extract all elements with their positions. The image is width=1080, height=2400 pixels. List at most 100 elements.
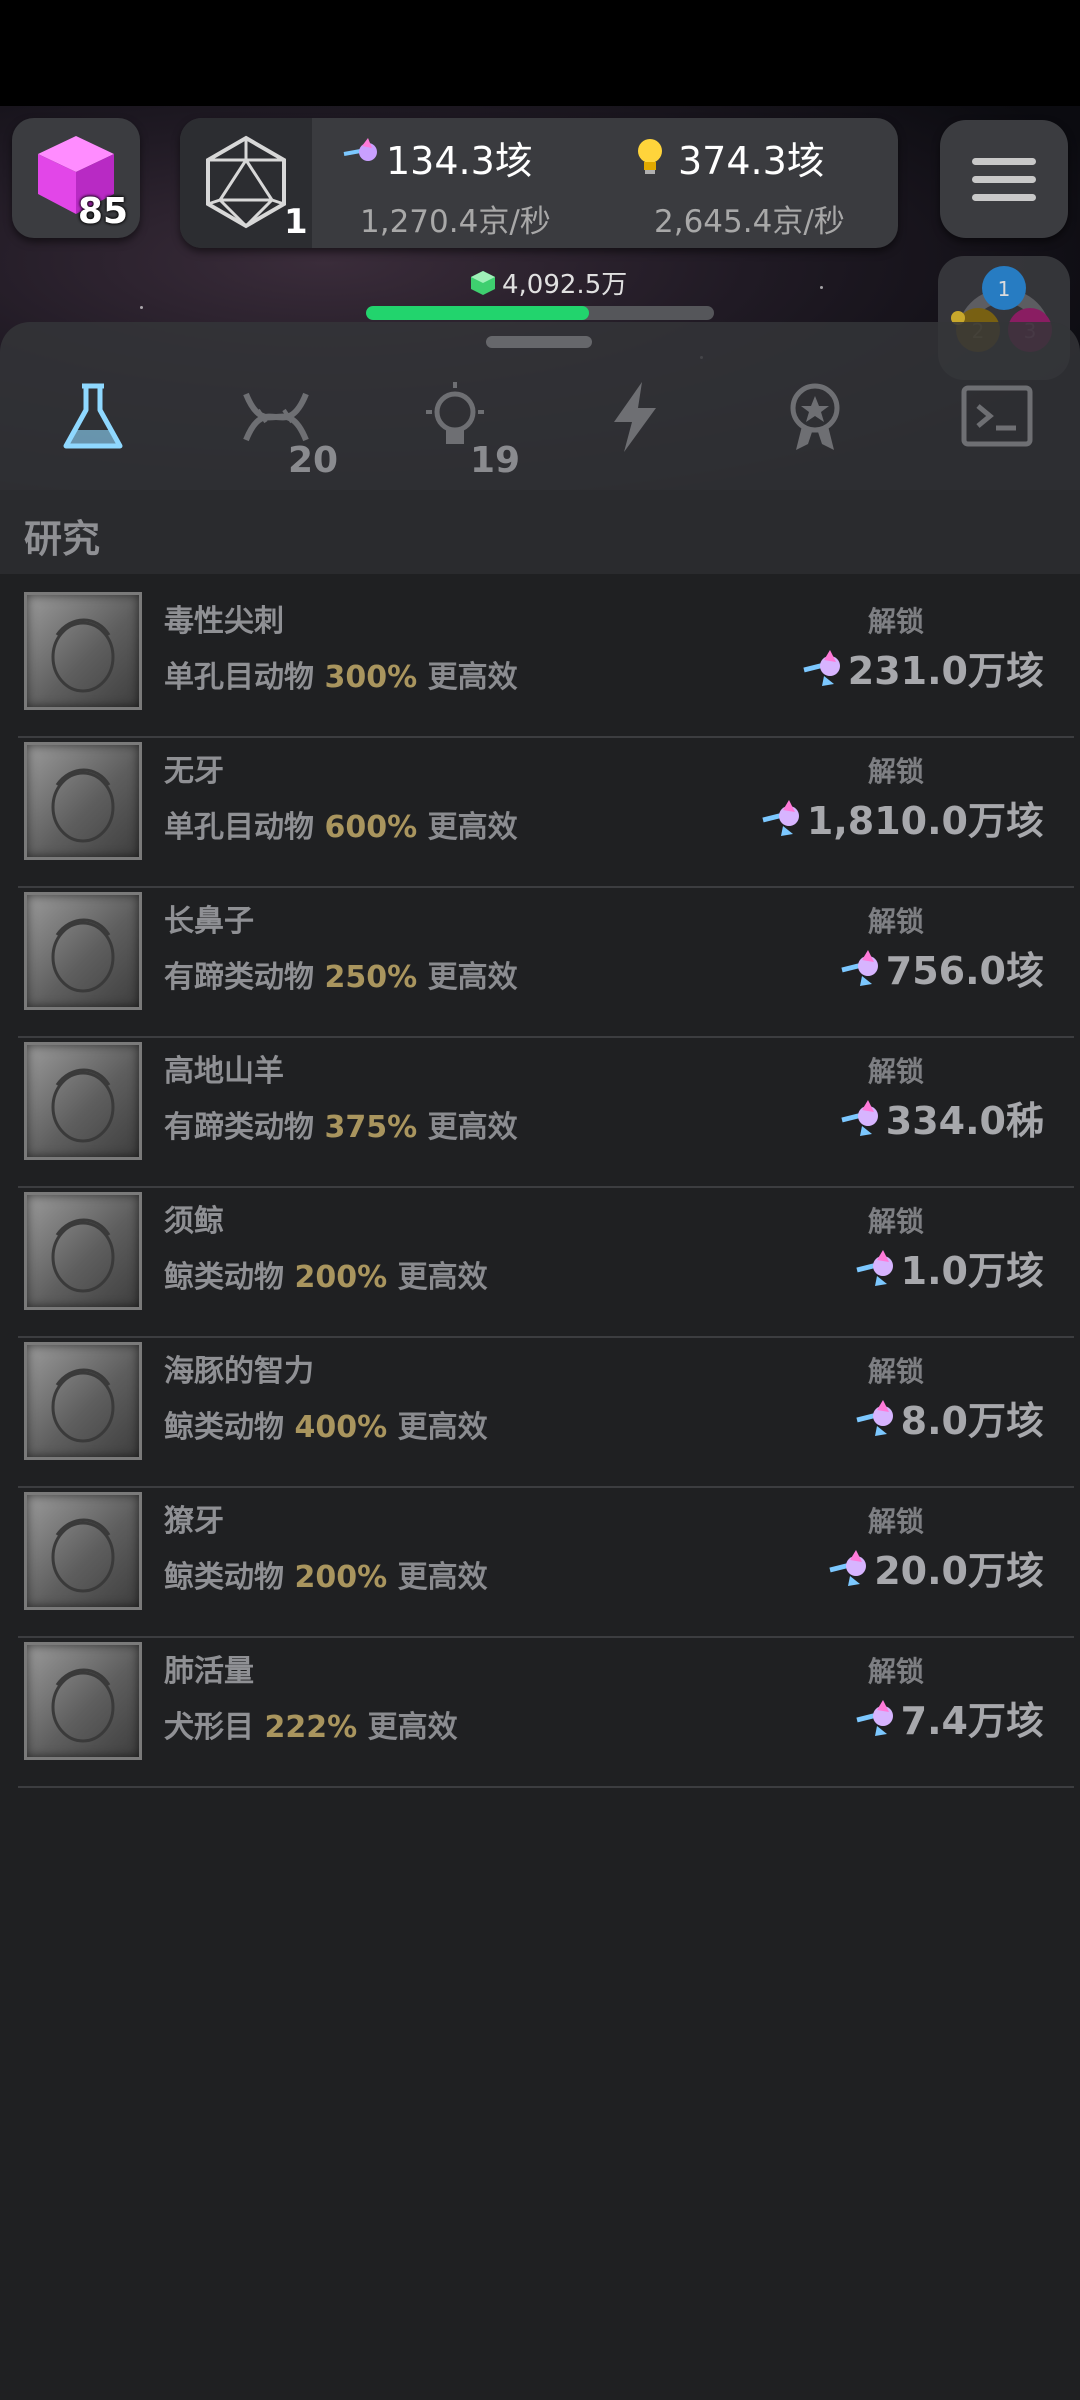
research-name: 高地山羊 [164,1054,284,1089]
research-description: 鲸类动物 400% 更高效 [164,1402,488,1446]
crystal-wand-icon [841,1099,878,1136]
resource-panel: 1 134.3垓 1,270.4京/秒 374.3垓 2,645.4京/秒 [180,118,898,248]
research-thumbnail [24,742,142,860]
research-effect: 更高效 [397,1410,488,1445]
tab-badge: 20 [288,440,339,481]
unlock-label: 解锁 [868,1355,925,1388]
research-category: 犬形目 [164,1710,254,1745]
section-title: 研究 [24,517,101,561]
research-description: 鲸类动物 200% 更高效 [164,1552,488,1596]
research-effect: 更高效 [367,1710,458,1745]
unlock-cost-button[interactable]: 334.0秭 [838,1090,1044,1145]
research-thumbnail [24,892,142,1010]
tab-research[interactable] [36,380,146,480]
research-effect: 更高效 [427,960,518,995]
progress-value: 4,092.5万 [502,270,628,300]
research-effect: 更高效 [427,810,518,845]
research-cost: 334.0秭 [885,1099,1044,1143]
d20-icon [206,135,286,229]
crystal-wand-icon [856,1699,893,1736]
research-category: 单孔目动物 [164,660,314,695]
crystal-wand-icon [803,649,840,686]
research-description: 单孔目动物 600% 更高效 [164,802,518,846]
research-cost: 231.0万垓 [847,649,1044,693]
unlock-cost-button[interactable]: 1,810.0万垓 [759,790,1044,845]
green-gem-icon [471,270,495,295]
research-effect: 更高效 [427,660,518,695]
research-thumbnail [24,592,142,710]
research-cost: 8.0万垓 [900,1399,1044,1443]
crystal-wand-icon [841,949,878,986]
unlock-cost-button[interactable]: 7.4万垓 [853,1690,1044,1745]
research-category: 有蹄类动物 [164,1110,314,1145]
research-thumbnail [24,1042,142,1160]
research-item[interactable]: 毒性尖刺 单孔目动物 300% 更高效 解锁 231.0万垓 [18,588,1074,738]
research-name: 须鲸 [164,1204,224,1239]
tab-boost[interactable] [578,380,688,480]
research-effect: 更高效 [397,1260,488,1295]
unlock-label: 解锁 [868,605,925,638]
research-name: 獠牙 [164,1504,224,1539]
lightning-icon [614,382,656,452]
research-effect: 更高效 [397,1560,488,1595]
primary-rate: 1,270.4京/秒 [360,204,551,240]
research-percent: 200% [294,1260,388,1295]
unlock-label: 解锁 [868,1055,925,1088]
research-description: 单孔目动物 300% 更高效 [164,652,518,696]
research-percent: 300% [324,660,418,695]
research-category: 有蹄类动物 [164,960,314,995]
research-effect: 更高效 [427,1110,518,1145]
tab-ideas[interactable]: 19 [398,380,520,481]
tab-evolution[interactable]: 20 [216,380,338,481]
progress-fill [366,306,589,320]
unlock-cost-button[interactable]: 20.0万垓 [826,1540,1044,1595]
tab-achievements[interactable] [758,380,868,480]
animal-image [51,1368,115,1443]
progress-label: 4,092.5万 [470,264,627,301]
hamburger-line [972,194,1036,201]
research-item[interactable]: 无牙 单孔目动物 600% 更高效 解锁 1,810.0万垓 [18,738,1074,888]
research-item[interactable]: 长鼻子 有蹄类动物 250% 更高效 解锁 756.0垓 [18,888,1074,1038]
research-description: 有蹄类动物 375% 更高效 [164,1102,518,1146]
unlock-label: 解锁 [868,1505,925,1538]
gem-counter[interactable]: 85 [12,118,140,238]
research-description: 有蹄类动物 250% 更高效 [164,952,518,996]
animal-image [51,1068,115,1143]
unlock-cost-button[interactable]: 231.0万垓 [800,640,1044,695]
menu-button[interactable] [940,120,1068,238]
research-percent: 375% [324,1110,418,1145]
research-description: 犬形目 222% 更高效 [164,1702,458,1746]
research-description: 鲸类动物 200% 更高效 [164,1252,488,1296]
research-item[interactable]: 獠牙 鲸类动物 200% 更高效 解锁 20.0万垓 [18,1488,1074,1638]
research-percent: 600% [324,810,418,845]
hamburger-line [972,158,1036,165]
research-item[interactable]: 高地山羊 有蹄类动物 375% 更高效 解锁 334.0秭 [18,1038,1074,1188]
research-list: 毒性尖刺 单孔目动物 300% 更高效 解锁 231.0万垓 无牙 单孔目动物 … [18,588,1074,1788]
research-thumbnail [24,1642,142,1760]
tab-console[interactable] [940,380,1050,480]
research-item[interactable]: 肺活量 犬形目 222% 更高效 解锁 7.4万垓 [18,1638,1074,1788]
drag-handle[interactable] [486,336,592,348]
unlock-cost-button[interactable]: 756.0垓 [838,940,1044,995]
research-item[interactable]: 海豚的智力 鲸类动物 400% 更高效 解锁 8.0万垓 [18,1338,1074,1488]
research-cost: 756.0垓 [885,949,1044,993]
research-percent: 400% [294,1410,388,1445]
animal-image [51,1518,115,1593]
research-category: 鲸类动物 [164,1410,284,1445]
crystal-wand-icon [829,1549,867,1586]
unlock-cost-button[interactable]: 8.0万垓 [853,1390,1044,1445]
animal-image [51,1668,115,1743]
research-cost: 1.0万垓 [900,1249,1044,1293]
research-percent: 250% [324,960,418,995]
unlock-label: 解锁 [868,905,925,938]
unlock-cost-button[interactable]: 1.0万垓 [853,1240,1044,1295]
dice-button[interactable]: 1 [180,118,312,248]
status-bar [0,0,1080,106]
dice-count: 1 [284,202,308,242]
research-thumbnail [24,1492,142,1610]
research-item[interactable]: 须鲸 鲸类动物 200% 更高效 解锁 1.0万垓 [18,1188,1074,1338]
unlock-label: 解锁 [868,1205,925,1238]
research-name: 长鼻子 [164,904,254,939]
research-cost: 20.0万垓 [874,1549,1044,1593]
animal-image [51,768,115,843]
